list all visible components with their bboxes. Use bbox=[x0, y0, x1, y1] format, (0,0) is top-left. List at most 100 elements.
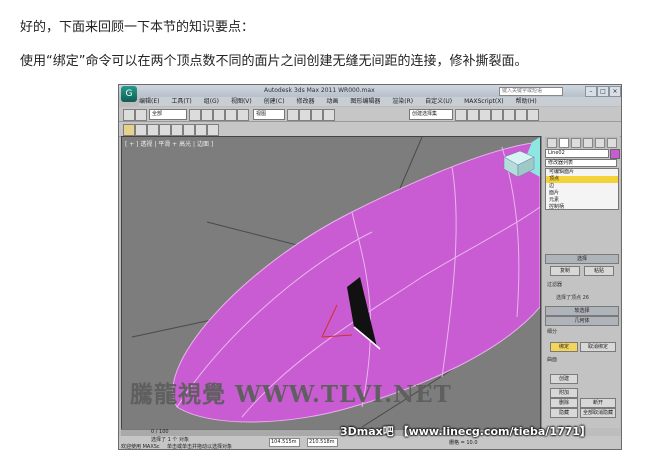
filter-label: 过滤器 bbox=[547, 282, 563, 288]
title-bar: G Autodesk 3ds Max 2011 WR000.max 键入关键字或… bbox=[119, 85, 621, 102]
close-icon[interactable]: × bbox=[609, 86, 621, 97]
named-selection-field[interactable]: 创建选择集 bbox=[409, 109, 453, 120]
named-copy-button[interactable]: 复制 bbox=[550, 266, 580, 276]
hide-button[interactable]: 隐藏 bbox=[550, 408, 578, 418]
menu-edit[interactable]: 编辑(E) bbox=[139, 97, 159, 106]
redo-icon[interactable] bbox=[135, 109, 147, 121]
modifier-stack: 可编辑面片 顶点 边 面片 元素 控制柄 bbox=[545, 168, 619, 210]
render-setup-icon[interactable] bbox=[515, 109, 527, 121]
menu-views[interactable]: 视图(V) bbox=[231, 97, 252, 106]
motion-tab-icon[interactable] bbox=[583, 138, 593, 148]
delete-button[interactable]: 删除 bbox=[550, 398, 578, 408]
minimize-icon[interactable]: – bbox=[585, 86, 597, 97]
menu-modifiers[interactable]: 修改器 bbox=[296, 97, 314, 106]
display-tab-icon[interactable] bbox=[595, 138, 605, 148]
maximize-icon[interactable]: □ bbox=[597, 86, 609, 97]
create-button[interactable]: 创建 bbox=[550, 374, 578, 384]
stack-item-editable-patch[interactable]: 可编辑面片 bbox=[546, 169, 618, 176]
selection-tool-icon[interactable] bbox=[147, 124, 159, 136]
layer-icon[interactable] bbox=[479, 109, 491, 121]
stack-item-edge[interactable]: 边 bbox=[546, 183, 618, 190]
object-color-swatch[interactable] bbox=[610, 149, 620, 159]
selection-filter-dropdown[interactable]: 全部 bbox=[149, 109, 187, 120]
y-coordinate-field[interactable]: 210.518m bbox=[307, 438, 338, 447]
subdivision-label: 细分 bbox=[547, 329, 558, 335]
menu-create[interactable]: 创建(C) bbox=[264, 97, 285, 106]
app-logo-icon[interactable]: G bbox=[121, 86, 137, 102]
curve-editor-icon[interactable] bbox=[491, 109, 503, 121]
pivot-icon[interactable] bbox=[287, 109, 299, 121]
graphite-tool-icon[interactable] bbox=[123, 124, 135, 136]
prompt-text: 单击或单击并拖动以选择对象 bbox=[167, 444, 233, 450]
ribbon-toolbar bbox=[119, 122, 621, 137]
maxscript-listener[interactable]: 欢迎使用 MAXSc bbox=[121, 443, 160, 449]
window-title: Autodesk 3ds Max 2011 WR000.max bbox=[264, 87, 375, 94]
polygon-model-icon[interactable] bbox=[183, 124, 195, 136]
undo-icon[interactable] bbox=[123, 109, 135, 121]
modify-tab-icon[interactable] bbox=[559, 138, 569, 148]
select-icon[interactable] bbox=[189, 109, 201, 121]
watermark-text: 騰龍視覺 WWW.TLVI.NET bbox=[130, 381, 452, 408]
modify-selection-icon[interactable] bbox=[195, 124, 207, 136]
credit-text: 3Dmax吧 【www.linecg.com/tieba/1771】 bbox=[340, 425, 591, 438]
command-tabs bbox=[545, 137, 617, 148]
percent-snap-icon[interactable] bbox=[323, 109, 335, 121]
selection-rollout[interactable]: 选择 bbox=[545, 254, 619, 264]
search-input[interactable]: 键入关键字或短语 bbox=[499, 87, 563, 96]
mirror-icon[interactable] bbox=[455, 109, 467, 121]
soft-selection-rollout[interactable]: 软选择 bbox=[545, 306, 619, 316]
surface-label: 曲面 bbox=[547, 357, 558, 363]
utilities-tab-icon[interactable] bbox=[607, 138, 617, 148]
x-coordinate-field[interactable]: 104.515m bbox=[269, 438, 300, 447]
render-icon[interactable] bbox=[527, 109, 539, 121]
scale-icon[interactable] bbox=[237, 109, 249, 121]
move-icon[interactable] bbox=[213, 109, 225, 121]
rotate-icon[interactable] bbox=[225, 109, 237, 121]
angle-snap-icon[interactable] bbox=[311, 109, 323, 121]
stack-item-vertex[interactable]: 顶点 bbox=[546, 176, 618, 183]
hierarchy-tab-icon[interactable] bbox=[571, 138, 581, 148]
screenshot-3dsmax: G Autodesk 3ds Max 2011 WR000.max 键入关键字或… bbox=[118, 84, 622, 450]
material-editor-icon[interactable] bbox=[503, 109, 515, 121]
viewport-label[interactable]: [ + ] 透视 | 平滑 + 高光 | 边面 ] bbox=[125, 139, 213, 148]
select-by-name-icon[interactable] bbox=[201, 109, 213, 121]
stack-item-handle[interactable]: 控制柄 bbox=[546, 204, 618, 211]
menu-tools[interactable]: 工具(T) bbox=[171, 97, 191, 106]
break-button[interactable]: 断开 bbox=[580, 398, 616, 408]
populate-icon[interactable] bbox=[171, 124, 183, 136]
selection-status: 选择了 1 个 对象 bbox=[151, 437, 189, 443]
named-paste-button[interactable]: 粘贴 bbox=[584, 266, 614, 276]
frame-counter: 0 / 100 bbox=[151, 429, 169, 435]
menu-graph-editors[interactable]: 图形编辑器 bbox=[350, 97, 380, 106]
menu-group[interactable]: 组(G) bbox=[204, 97, 219, 106]
attach-button[interactable]: 附加 bbox=[550, 388, 578, 398]
view-dropdown[interactable]: 视图 bbox=[253, 109, 285, 120]
menu-animation[interactable]: 动画 bbox=[326, 97, 338, 106]
grid-size: 栅格 = 10.0 bbox=[449, 440, 478, 446]
stack-item-patch[interactable]: 面片 bbox=[546, 190, 618, 197]
main-toolbar: 全部 视图 创建选择集 bbox=[119, 107, 621, 122]
bind-button[interactable]: 绑定 bbox=[550, 342, 578, 352]
freeform-icon[interactable] bbox=[135, 124, 147, 136]
menu-help[interactable]: 帮助(H) bbox=[516, 97, 537, 106]
snap-icon[interactable] bbox=[299, 109, 311, 121]
modifier-list-dropdown[interactable]: 修改器列表 bbox=[545, 159, 617, 167]
menu-maxscript[interactable]: MAXScript(X) bbox=[464, 97, 504, 106]
align-icon[interactable] bbox=[467, 109, 479, 121]
edit-icon[interactable] bbox=[207, 124, 219, 136]
geometry-rollout[interactable]: 几何体 bbox=[545, 316, 619, 326]
intro-text: 好的，下面来回顾一下本节的知识要点： bbox=[20, 20, 255, 35]
object-name-field[interactable]: Line02 bbox=[545, 149, 609, 158]
stack-item-element[interactable]: 元素 bbox=[546, 197, 618, 204]
menu-bar: 编辑(E) 工具(T) 组(G) 视图(V) 创建(C) 修改器 动画 图形编辑… bbox=[139, 97, 621, 106]
selection-info: 选择了顶点 26 bbox=[556, 295, 589, 301]
menu-rendering[interactable]: 渲染(R) bbox=[392, 97, 413, 106]
summary-text: 使用“绑定”命令可以在两个顶点数不同的面片之间创建无缝无间距的连接，修补撕裂面。 bbox=[20, 54, 528, 69]
object-paint-icon[interactable] bbox=[159, 124, 171, 136]
unbind-button[interactable]: 取消绑定 bbox=[580, 342, 616, 352]
command-panel: Line02 修改器列表 可编辑面片 顶点 边 面片 元素 控制柄 选择 复制 … bbox=[541, 136, 620, 428]
unhide-all-button[interactable]: 全部取消隐藏 bbox=[580, 408, 616, 418]
perspective-viewport[interactable]: [ + ] 透视 | 平滑 + 高光 | 边面 ] 騰龍視覺 WWW.TLVI.… bbox=[121, 136, 541, 430]
menu-customize[interactable]: 自定义(U) bbox=[425, 97, 452, 106]
create-tab-icon[interactable] bbox=[547, 138, 557, 148]
